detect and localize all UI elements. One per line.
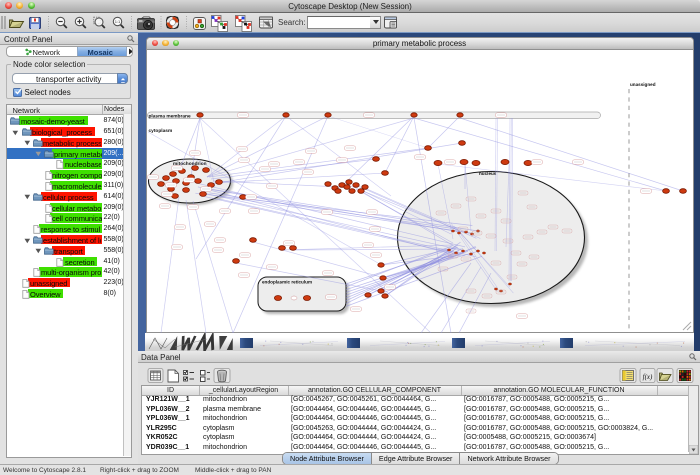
svg-text:nucleus: nucleus	[479, 171, 497, 176]
svg-text:1:1: 1:1	[115, 19, 121, 24]
svg-text:cytoplasm: cytoplasm	[148, 128, 172, 134]
svg-text:endoplasmic reticulum: endoplasmic reticulum	[262, 280, 312, 285]
svg-text:f(x): f(x)	[643, 373, 653, 381]
svg-text:unassigned: unassigned	[630, 82, 656, 87]
svg-text:plasma membrane: plasma membrane	[148, 113, 190, 119]
